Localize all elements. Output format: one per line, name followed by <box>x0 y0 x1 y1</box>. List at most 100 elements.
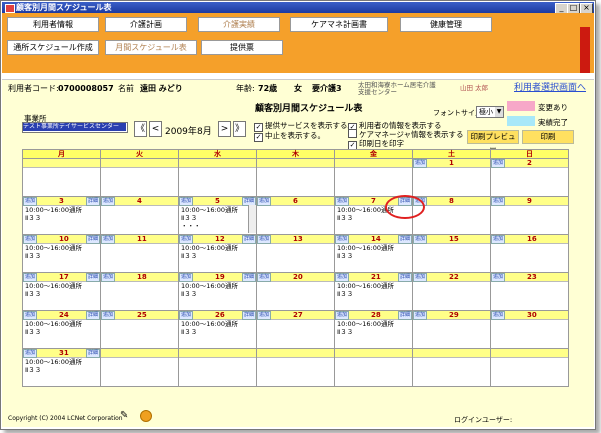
add-button[interactable]: 追加 <box>257 197 272 206</box>
calendar-day[interactable]: 追加 詳細 3 10:00～16:00通所 Ⅱ３３ <box>23 197 100 234</box>
add-button[interactable]: 追加 <box>101 235 116 244</box>
nav-tab-3[interactable]: 介護実績 <box>198 17 280 32</box>
calendar-day[interactable] <box>101 349 178 386</box>
add-button[interactable]: 追加 <box>257 273 272 282</box>
add-button[interactable]: 追加 <box>413 311 428 320</box>
calendar-day[interactable] <box>491 349 568 386</box>
add-button[interactable]: 追加 <box>335 197 350 206</box>
calendar-day[interactable]: 追加 18 <box>101 273 178 310</box>
add-button[interactable]: 追加 <box>23 311 38 320</box>
add-button[interactable]: 追加 <box>257 311 272 320</box>
add-button[interactable]: 追加 <box>413 273 428 282</box>
calendar-day[interactable]: 追加 22 <box>413 273 490 310</box>
add-button[interactable]: 追加 <box>179 311 194 320</box>
calendar-day[interactable]: 追加 詳細 21 10:00～16:00通所 Ⅱ３３ <box>335 273 412 310</box>
calendar-day[interactable]: 追加 27 <box>257 311 334 348</box>
add-button[interactable]: 追加 <box>179 197 194 206</box>
calendar-day[interactable] <box>179 349 256 386</box>
calendar-day[interactable] <box>257 349 334 386</box>
calendar-day[interactable]: 追加 詳細 17 10:00～16:00通所 Ⅱ３３ <box>23 273 100 310</box>
subnav-tab-1[interactable]: 通所スケジュール作成 <box>7 40 99 55</box>
subnav-tab-3[interactable]: 提供票 <box>201 40 283 55</box>
detail-button[interactable]: 詳細 <box>85 311 100 320</box>
calendar-day[interactable]: 追加 詳細 12 10:00～16:00通所 Ⅱ３３ <box>179 235 256 272</box>
detail-button[interactable]: 詳細 <box>85 235 100 244</box>
nav-tab-5[interactable]: 健康管理 <box>400 17 492 32</box>
nav-tab-1[interactable]: 利用者情報 <box>7 17 99 32</box>
calendar-day[interactable]: 追加 2 <box>491 159 568 196</box>
calendar-day[interactable] <box>23 159 100 196</box>
calendar-day[interactable]: 追加 20 <box>257 273 334 310</box>
option-cancel[interactable]: ✓ 中止を表示する。 <box>254 130 325 142</box>
add-button[interactable]: 追加 <box>101 273 116 282</box>
calendar-day[interactable]: 追加 4 <box>101 197 178 234</box>
subnav-tab-2[interactable]: 月間スケジュール表 <box>105 40 197 55</box>
add-button[interactable]: 追加 <box>491 159 506 168</box>
calendar-day[interactable]: 追加 詳細 24 10:00～16:00通所 Ⅱ３３ <box>23 311 100 348</box>
calendar-day[interactable]: 追加 13 <box>257 235 334 272</box>
add-button[interactable]: 追加 <box>257 235 272 244</box>
cell-scrollbar[interactable] <box>248 205 256 233</box>
add-button[interactable]: 追加 <box>23 235 38 244</box>
next-month-button[interactable]: > <box>218 121 231 137</box>
calendar-day[interactable] <box>335 349 412 386</box>
option-caremanager-checkbox[interactable] <box>348 129 357 138</box>
print-preview-button[interactable]: 印刷プレビュー <box>467 130 519 153</box>
add-button[interactable]: 追加 <box>23 349 38 358</box>
add-button[interactable]: 追加 <box>179 273 194 282</box>
pen-icon[interactable]: ✎ <box>120 410 128 421</box>
calendar-day[interactable]: 追加 詳細 28 10:00～16:00通所 Ⅱ３３ <box>335 311 412 348</box>
option-cancel-checkbox[interactable]: ✓ <box>254 133 263 142</box>
add-button[interactable]: 追加 <box>23 197 38 206</box>
calendar-day[interactable]: 追加 11 <box>101 235 178 272</box>
add-button[interactable]: 追加 <box>491 311 506 320</box>
calendar-day[interactable]: 追加 9 <box>491 197 568 234</box>
calendar-day[interactable] <box>179 159 256 196</box>
add-button[interactable]: 追加 <box>101 197 116 206</box>
calendar-day[interactable]: 追加 詳細 10 10:00～16:00通所 Ⅱ３３ <box>23 235 100 272</box>
calendar-day[interactable]: 追加 25 <box>101 311 178 348</box>
print-button[interactable]: 印刷 <box>522 130 574 144</box>
detail-button[interactable]: 詳細 <box>85 273 100 282</box>
add-button[interactable]: 追加 <box>335 273 350 282</box>
calendar-day[interactable]: 追加 16 <box>491 235 568 272</box>
prev-year-button[interactable]: 《 <box>134 121 147 137</box>
calendar-day[interactable]: 追加 8 <box>413 197 490 234</box>
office-select[interactable]: テスト事業所デイサービスセンター <box>22 122 128 133</box>
add-button[interactable]: 追加 <box>491 273 506 282</box>
nav-tab-2[interactable]: 介護計画 <box>105 17 187 32</box>
add-button[interactable]: 追加 <box>101 311 116 320</box>
add-button[interactable]: 追加 <box>413 159 428 168</box>
font-size-select[interactable]: 極小 ▼ <box>476 106 504 118</box>
detail-button[interactable]: 詳細 <box>85 349 100 358</box>
prev-month-button[interactable]: < <box>149 121 162 137</box>
calendar-day[interactable]: 追加 詳細 26 10:00～16:00通所 Ⅱ３３ <box>179 311 256 348</box>
calendar-day[interactable]: 追加 詳細 31 10:00～16:00通所 Ⅱ３３ <box>23 349 100 386</box>
calendar-day[interactable]: 追加 詳細 14 10:00～16:00通所 Ⅱ３３ <box>335 235 412 272</box>
calendar-day[interactable]: 追加 30 <box>491 311 568 348</box>
nav-tab-4[interactable]: ケアマネ計画書 <box>290 17 388 32</box>
add-button[interactable]: 追加 <box>179 235 194 244</box>
calendar-day[interactable] <box>257 159 334 196</box>
calendar-day[interactable] <box>101 159 178 196</box>
next-year-button[interactable]: 》 <box>233 121 246 137</box>
calendar-day[interactable]: 追加 29 <box>413 311 490 348</box>
calendar-day[interactable]: 追加 15 <box>413 235 490 272</box>
calendar-day[interactable]: 追加 詳細 19 10:00～16:00通所 Ⅱ３３ <box>179 273 256 310</box>
calendar-day[interactable] <box>335 159 412 196</box>
add-button[interactable]: 追加 <box>413 235 428 244</box>
help-icon[interactable] <box>140 410 152 422</box>
calendar-day[interactable]: 追加 1 <box>413 159 490 196</box>
calendar-day[interactable]: 追加 6 <box>257 197 334 234</box>
calendar-day[interactable] <box>413 349 490 386</box>
detail-button[interactable]: 詳細 <box>241 235 256 244</box>
detail-button[interactable]: 詳細 <box>397 311 412 320</box>
add-button[interactable]: 追加 <box>335 235 350 244</box>
detail-button[interactable]: 詳細 <box>85 197 100 206</box>
calendar-day[interactable]: 追加 詳細 5 10:00～16:00通所 Ⅱ３３ ・・・ <box>179 197 256 234</box>
detail-button[interactable]: 詳細 <box>241 273 256 282</box>
add-button[interactable]: 追加 <box>23 273 38 282</box>
detail-button[interactable]: 詳細 <box>397 235 412 244</box>
user-select-link[interactable]: 利用者選択画面へ <box>514 80 586 97</box>
add-button[interactable]: 追加 <box>491 235 506 244</box>
